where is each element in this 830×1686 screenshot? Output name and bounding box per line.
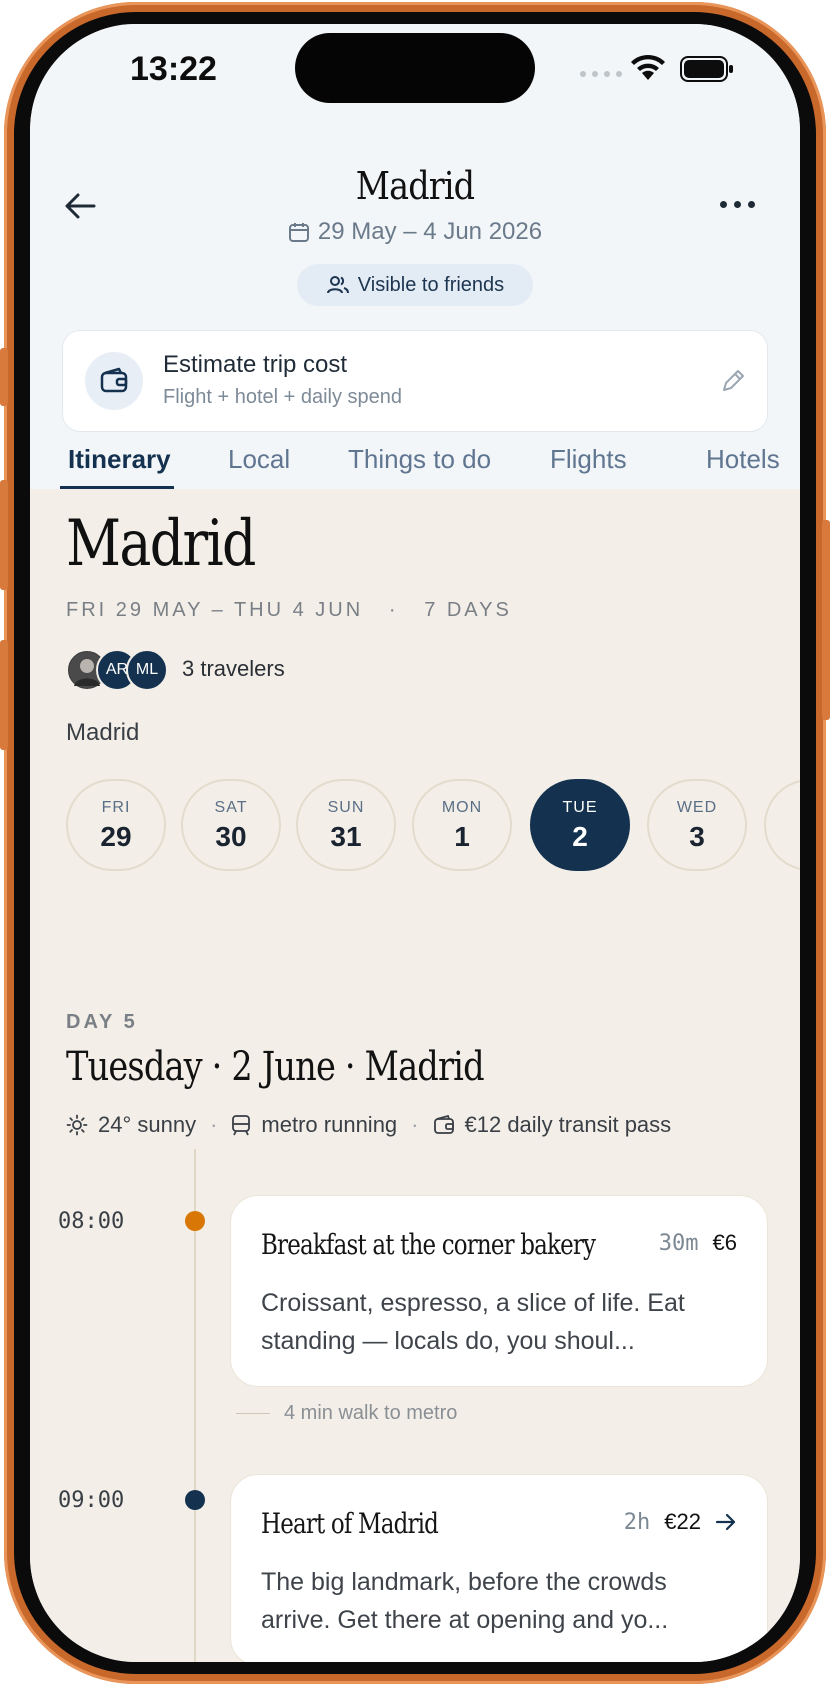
trip-title: Madrid [66, 507, 256, 581]
event-time: 09:00 [58, 1488, 125, 1513]
cellular-signal-icon [580, 71, 622, 77]
status-bar: 13:22 [30, 24, 800, 134]
day-chip[interactable]: WED 3 [647, 779, 747, 871]
event-time: 08:00 [58, 1209, 125, 1234]
traveler-count: 3 travelers [182, 656, 285, 681]
timeline-dot [185, 1490, 205, 1510]
event-title: Heart of Madrid [261, 1507, 439, 1540]
transit-text: metro running [261, 1112, 398, 1137]
event-meta: 30m €6 [659, 1230, 737, 1256]
date-range-text: 29 May – 4 Jun 2026 [317, 218, 543, 245]
day-kicker: DAY 5 [66, 1011, 138, 1033]
battery-icon [680, 56, 733, 82]
day-conditions: 24° sunny · metro running · €12 daily tr… [66, 1112, 671, 1138]
day-chip[interactable]: MON 1 [412, 779, 512, 871]
tab-things-to-do[interactable]: Things to do [348, 444, 491, 475]
more-options-icon[interactable] [720, 192, 764, 216]
tab-hotels[interactable]: Hotels [706, 444, 780, 475]
page-title: Madrid [355, 164, 475, 208]
wallet-icon [85, 352, 143, 410]
day-chip[interactable]: SAT 30 [181, 779, 281, 871]
trip-header: Madrid 29 May – 4 Jun 2026 Visible to fr… [30, 134, 800, 489]
separator: · [411, 1112, 419, 1137]
trip-range-separator: · [371, 599, 416, 621]
visibility-label: Visible to friends [357, 273, 505, 296]
event-duration: 30m [658, 1230, 699, 1256]
wallet-small-icon [433, 1115, 454, 1134]
volume-down-button [0, 640, 8, 750]
event-price: €6 [712, 1230, 737, 1255]
visibility-pill[interactable]: Visible to friends [297, 264, 533, 306]
screen: 13:22 Madrid 29 May – 4 Jun 2026 Visible… [30, 24, 800, 1662]
event-duration: 2h [623, 1509, 651, 1535]
weather-text: 24° sunny [98, 1112, 197, 1137]
sun-icon [66, 1114, 88, 1136]
friends-icon [326, 276, 349, 294]
day-heading: Tuesday · 2 June · Madrid [66, 1044, 485, 1090]
train-icon [232, 1115, 251, 1136]
trip-range-dates: FRI 29 MAY – THU 4 JUN [66, 599, 364, 621]
date-range: 29 May – 4 Jun 2026 [30, 218, 800, 246]
day-selector: FRI29 SAT30 SUN31 MON1 TUE2 WED3 T [66, 779, 800, 871]
volume-up-button [0, 480, 8, 590]
tab-flights[interactable]: Flights [550, 444, 627, 475]
walk-note-text: 4 min walk to metro [284, 1402, 458, 1424]
status-time: 13:22 [130, 50, 217, 88]
event-card[interactable]: Breakfast at the corner bakery 30m €6 Cr… [230, 1195, 768, 1387]
calendar-icon [288, 223, 309, 242]
traveler-avatars[interactable]: AR ML [66, 649, 168, 693]
event-description: The big landmark, before the crowds arri… [261, 1568, 669, 1634]
trip-range: FRI 29 MAY – THU 4 JUN · 7 DAYS [66, 599, 512, 622]
event-description: Croissant, espresso, a slice of life. Ea… [261, 1289, 685, 1355]
walk-note: 4 min walk to metro [236, 1402, 457, 1425]
action-button [0, 348, 8, 406]
dynamic-island [295, 33, 535, 103]
day-chip[interactable]: FRI 29 [66, 779, 166, 871]
pencil-icon[interactable] [719, 367, 747, 395]
tab-local[interactable]: Local [228, 444, 290, 475]
arrow-right-icon[interactable] [715, 1512, 737, 1532]
walk-rule [236, 1413, 270, 1414]
event-card[interactable]: Heart of Madrid 2h €22 The big landmark,… [230, 1474, 768, 1662]
transit-pass-text: €12 daily transit pass [464, 1112, 672, 1137]
day-chip-selected[interactable]: TUE 2 [530, 779, 630, 871]
power-button [822, 520, 830, 720]
trip-range-days: 7 DAYS [424, 599, 512, 621]
avatar: ML [126, 649, 168, 691]
itinerary-content: Madrid FRI 29 MAY – THU 4 JUN · 7 DAYS A… [30, 489, 800, 1662]
cost-card-subtitle: Flight + hotel + daily spend [163, 386, 403, 408]
event-title: Breakfast at the corner bakery [261, 1228, 596, 1261]
tab-bar: Itinerary Local Things to do Flights Hot… [30, 434, 800, 489]
event-meta: 2h €22 [624, 1509, 737, 1535]
timeline-dot [185, 1211, 205, 1231]
wifi-icon [631, 54, 665, 80]
estimate-cost-card[interactable]: Estimate trip cost Flight + hotel + dail… [62, 330, 768, 432]
event-price: €22 [664, 1509, 701, 1534]
day-chip[interactable]: T [764, 779, 800, 871]
day-chip[interactable]: SUN 31 [296, 779, 396, 871]
city-label: Madrid [66, 719, 140, 746]
separator: · [210, 1112, 218, 1137]
cost-card-title: Estimate trip cost [163, 351, 348, 378]
tab-itinerary[interactable]: Itinerary [68, 444, 171, 475]
